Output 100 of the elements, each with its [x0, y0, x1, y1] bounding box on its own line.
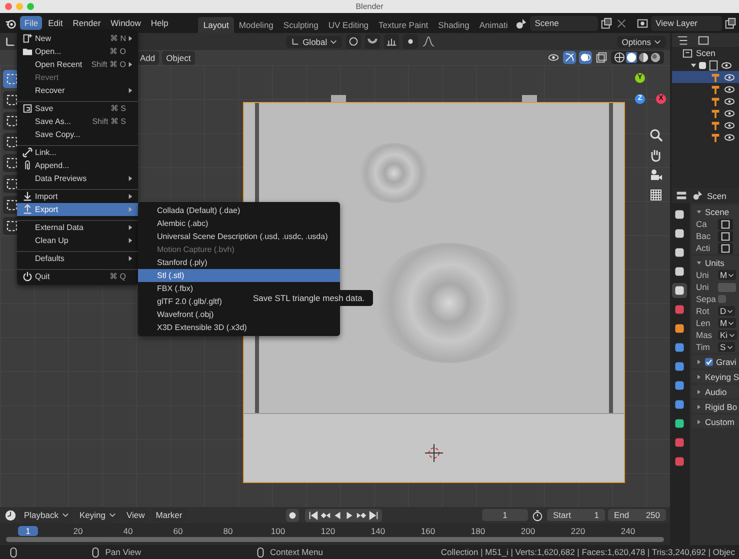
wireframe-shading-icon[interactable]	[614, 52, 625, 63]
properties-tab-icon[interactable]	[672, 283, 687, 298]
expand-arrow-icon[interactable]	[696, 374, 702, 380]
solid-shading-icon[interactable]	[626, 52, 637, 63]
eye-icon[interactable]	[724, 96, 735, 106]
camera-icon[interactable]	[648, 167, 664, 183]
properties-tab-icon[interactable]	[672, 378, 687, 393]
scene-collection-label[interactable]: Scen	[696, 48, 716, 58]
menu-entry[interactable]: Open... ⌘ O	[17, 45, 138, 58]
scene-field[interactable]: Scene	[530, 16, 598, 30]
menu-item[interactable]: Render	[68, 16, 105, 30]
properties-tab-icon[interactable]	[672, 340, 687, 355]
unit-dropdown[interactable]: D	[718, 306, 736, 316]
properties-tab-icon[interactable]	[672, 359, 687, 374]
unit-dropdown[interactable]: S	[718, 342, 735, 352]
menu-entry[interactable]: Universal Scene Description (.usd, .usdc, .usda)	[138, 230, 340, 243]
panel-header[interactable]: Rigid Bo	[692, 400, 739, 413]
data-picker-icon[interactable]	[718, 230, 733, 242]
menu-entry[interactable]: Collada (Default) (.dae)	[138, 204, 340, 217]
header-menu[interactable]: Object	[162, 50, 195, 64]
eye-icon[interactable]	[721, 60, 732, 70]
expand-arrow-icon[interactable]	[696, 418, 702, 424]
gizmo-toggle-icon[interactable]	[563, 51, 576, 64]
expand-arrow-icon[interactable]	[696, 388, 702, 394]
menu-entry[interactable]: Export	[17, 203, 138, 216]
menu-entry[interactable]: Save Copy...	[17, 128, 138, 141]
collection-checkbox[interactable]	[699, 62, 706, 68]
falloff-curve-icon[interactable]	[422, 35, 436, 48]
outliner-item[interactable]	[672, 71, 739, 83]
properties-tab-icon[interactable]	[672, 264, 687, 279]
properties-tab-icon[interactable]	[672, 245, 687, 260]
workspace-tab[interactable]: Texture Paint	[374, 17, 434, 33]
menu-item[interactable]: Window	[106, 16, 145, 30]
unit-dropdown[interactable]: M	[718, 318, 736, 328]
menu-entry[interactable]: Stanford (.ply)	[138, 256, 340, 269]
pivot-icon[interactable]	[346, 34, 362, 49]
orientation-dropdown[interactable]: Global	[286, 36, 342, 48]
start-frame-field[interactable]: Start 1	[547, 509, 606, 521]
expand-arrow-icon[interactable]	[696, 260, 702, 266]
workspace-tab[interactable]: Shading	[433, 17, 474, 33]
workspace-tab[interactable]: Sculpting	[278, 17, 324, 33]
record-button[interactable]	[286, 508, 300, 522]
menu-entry[interactable]: Recover	[17, 84, 138, 97]
timeline-scrollbar[interactable]	[6, 537, 664, 542]
copy-icon[interactable]	[724, 16, 737, 30]
expand-arrow-icon[interactable]	[696, 208, 702, 214]
xray-icon[interactable]	[595, 51, 608, 64]
unit-dropdown[interactable]: M	[718, 270, 736, 280]
menu-entry[interactable]: X3D Extensible 3D (.x3d)	[138, 321, 340, 334]
end-frame-field[interactable]: End 250	[608, 509, 666, 521]
workspace-tab[interactable]: Animati	[474, 17, 513, 33]
eye-icon[interactable]	[724, 84, 735, 94]
panel-header[interactable]: Gravi	[692, 355, 739, 368]
workspace-tab[interactable]: Modeling	[234, 17, 278, 33]
panel-header[interactable]: Audio	[692, 385, 739, 398]
eye-icon[interactable]	[724, 72, 735, 82]
panel-header[interactable]: Custom	[692, 415, 739, 428]
play-reverse-icon[interactable]	[332, 510, 344, 520]
panel-header[interactable]: Keying S	[692, 370, 739, 383]
properties-tab-icon[interactable]	[672, 226, 687, 241]
properties-tab-icon[interactable]	[672, 207, 687, 222]
panel-checkbox[interactable]	[705, 358, 713, 366]
image-layers-icon[interactable]	[636, 16, 649, 30]
data-picker-icon[interactable]	[718, 218, 733, 230]
clock-icon[interactable]	[4, 508, 17, 522]
display-mode-icon[interactable]	[676, 34, 689, 46]
menu-item[interactable]: Help	[146, 16, 172, 30]
view-layer-field[interactable]: View Layer	[650, 16, 722, 30]
properties-tab-icon[interactable]	[672, 416, 687, 431]
snap-increment-icon[interactable]	[384, 34, 400, 49]
expand-arrow-icon[interactable]	[696, 404, 702, 410]
eye-icon[interactable]	[724, 120, 735, 130]
rendered-shading-icon[interactable]	[650, 52, 661, 63]
expand-arrow-icon[interactable]	[690, 62, 697, 68]
header-menu[interactable]: Add	[136, 50, 160, 64]
menu-entry[interactable]: Data Previews	[17, 172, 138, 185]
panel-header[interactable]: Scene	[692, 205, 739, 218]
editor-type-icon[interactable]	[675, 189, 688, 202]
frame-ruler[interactable]: 1 20 40 60 80 100 120 140 160 180 200 220 240	[0, 523, 670, 545]
jump-start-icon[interactable]	[308, 510, 320, 520]
panel-header[interactable]: Units	[692, 256, 739, 269]
eye-icon[interactable]	[724, 108, 735, 118]
menu-entry[interactable]: Clean Up	[17, 234, 138, 247]
menu-entry[interactable]: Link...	[17, 145, 138, 159]
proportional-edit-icon[interactable]	[403, 34, 418, 49]
menu-entry[interactable]: Append...	[17, 159, 138, 172]
options-dropdown[interactable]: Options	[616, 36, 666, 48]
eye-icon[interactable]	[724, 132, 735, 142]
menu-entry[interactable]: Alembic (.abc)	[138, 217, 340, 230]
menu-entry[interactable]: Stl (.stl)	[138, 269, 340, 282]
copy-icon[interactable]	[600, 16, 613, 30]
transform-axes-icon[interactable]	[4, 35, 17, 48]
workspace-tab[interactable]: Layout	[198, 17, 234, 33]
grid-icon[interactable]	[648, 187, 664, 203]
close-icon[interactable]	[614, 16, 628, 30]
properties-tab-icon[interactable]	[672, 321, 687, 336]
material-shading-icon[interactable]	[638, 52, 649, 63]
menu-entry[interactable]: Quit ⌘ Q	[17, 269, 138, 283]
menu-item[interactable]: Edit	[44, 16, 67, 30]
overlays-icon[interactable]	[579, 51, 592, 64]
